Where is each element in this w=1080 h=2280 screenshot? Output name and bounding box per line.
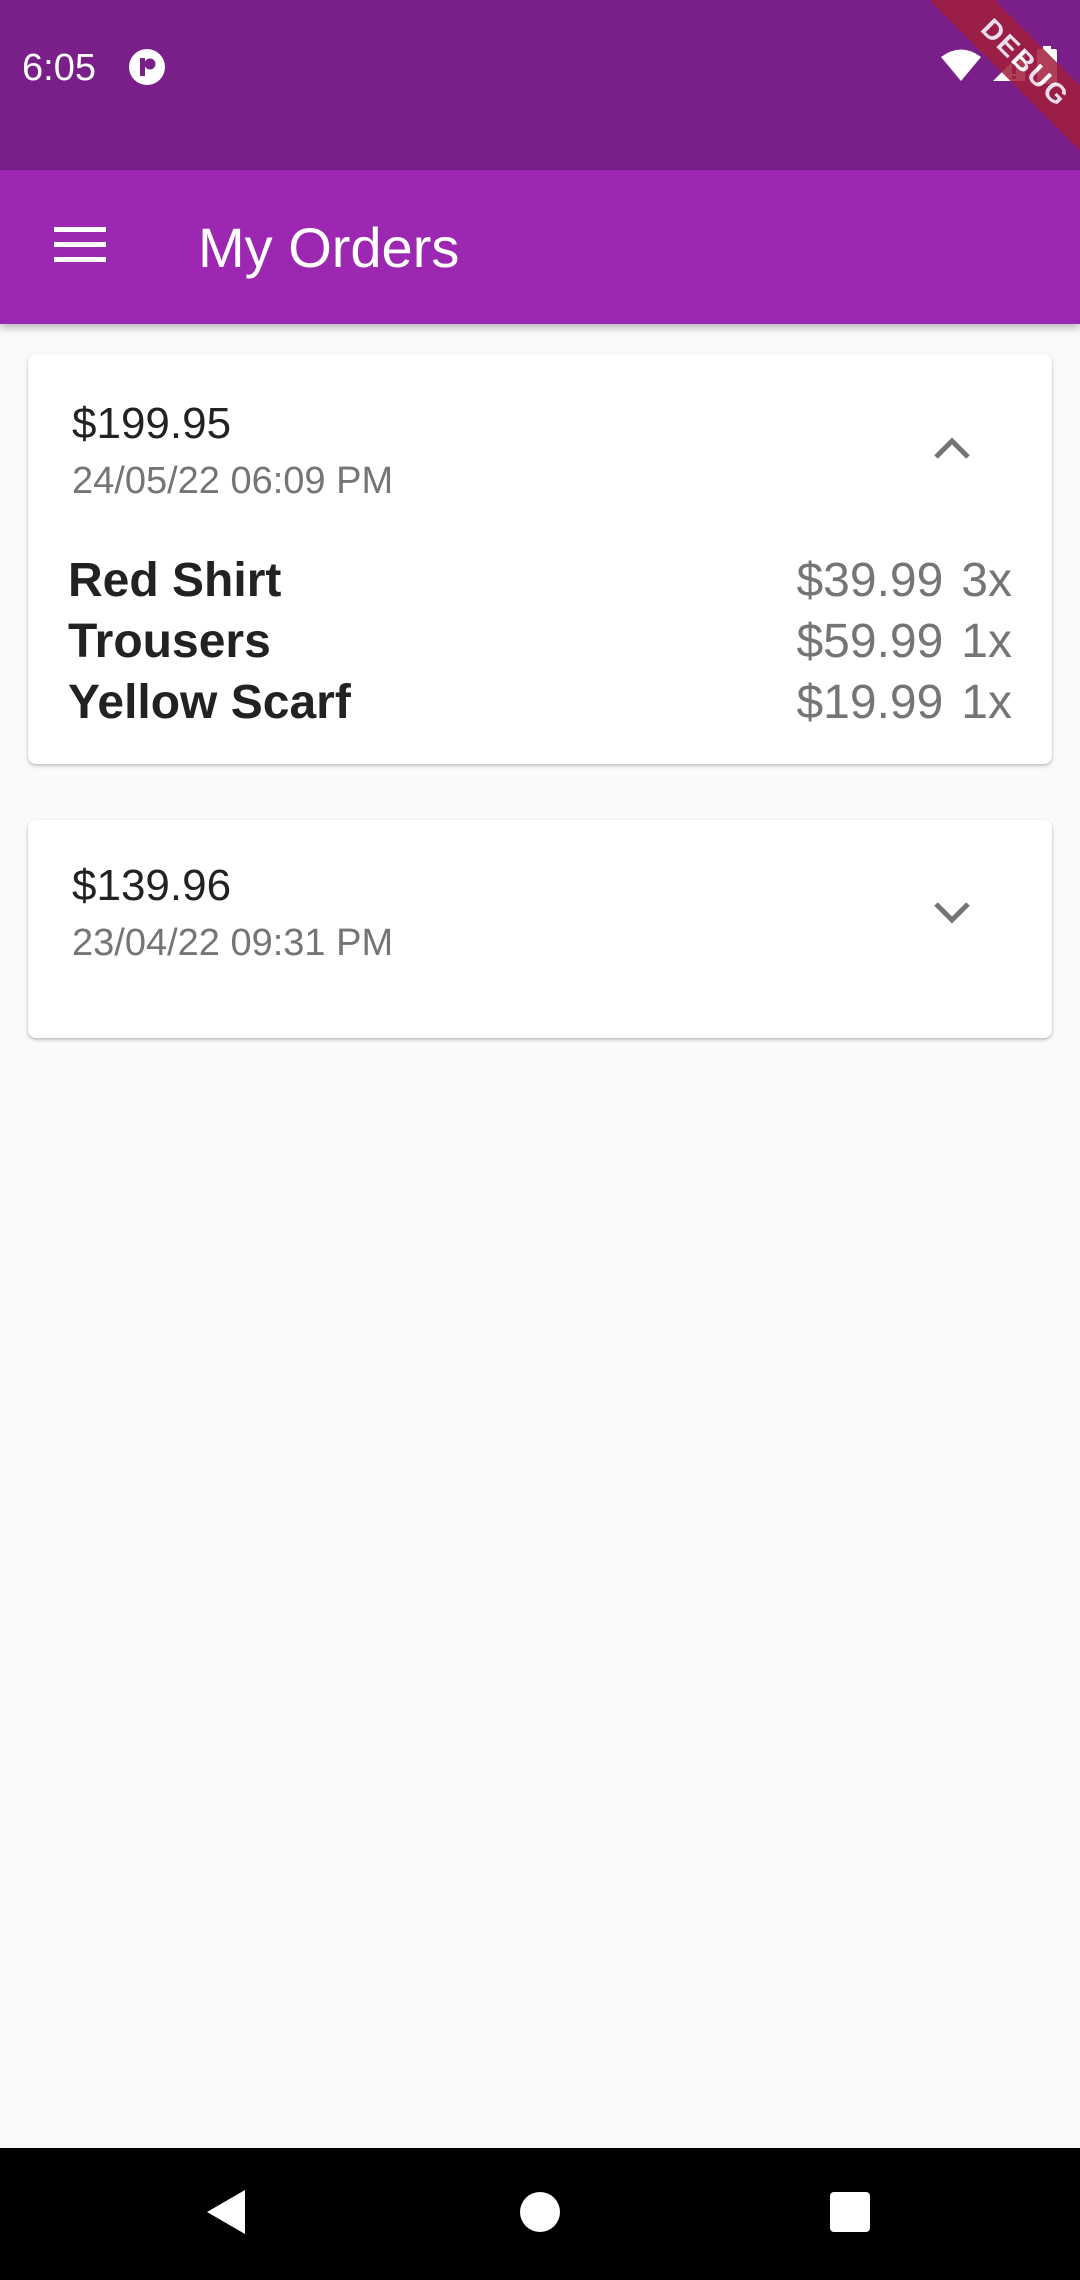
chevron-down-icon [932,900,972,931]
chevron-up-icon [932,435,972,466]
recents-icon [829,2191,871,2238]
page-title: My Orders [198,216,460,279]
item-price: $39.99 [796,554,944,607]
status-icons [940,45,1058,89]
order-item-row: Yellow Scarf $19.99 1x [68,672,1012,733]
recents-button[interactable] [820,2184,880,2244]
order-date: 23/04/22 09:31 PM [72,922,394,964]
status-time: 6:05 [22,47,96,89]
order-amount: $199.95 [72,399,232,448]
home-icon [519,2191,561,2238]
expand-order-button[interactable] [922,885,982,945]
collapse-order-button[interactable] [922,420,982,480]
item-price-quantity: $59.99 1x [796,614,1012,669]
signal-icon [992,48,1026,87]
p-circle-icon [128,48,166,86]
item-price: $59.99 [796,615,944,668]
item-price-quantity: $19.99 1x [796,675,1012,730]
back-button[interactable] [196,2184,256,2244]
wifi-icon [940,48,982,87]
item-quantity: 1x [961,676,1012,729]
order-items-list: Red Shirt $39.99 3x Trousers $59.99 1x Yel… [68,550,1012,733]
status-bar: 6:05 [0,0,1080,170]
item-name: Red Shirt [68,554,282,607]
battery-icon [1036,45,1058,89]
order-date: 24/05/22 06:09 PM [72,460,394,502]
back-icon [205,2188,247,2241]
order-amount: $139.96 [72,861,232,910]
menu-button[interactable] [40,207,120,287]
order-card: $139.96 23/04/22 09:31 PM [28,820,1052,1038]
item-quantity: 3x [961,554,1012,607]
item-price: $19.99 [796,676,944,729]
item-price-quantity: $39.99 3x [796,553,1012,608]
system-nav-bar [0,2148,1080,2280]
item-name: Yellow Scarf [68,676,351,729]
home-button[interactable] [510,2184,570,2244]
order-item-row: Trousers $59.99 1x [68,611,1012,672]
order-item-row: Red Shirt $39.99 3x [68,550,1012,611]
item-name: Trousers [68,615,271,668]
order-card: $199.95 24/05/22 06:09 PM Red Shirt $39.… [28,354,1052,764]
item-quantity: 1x [961,615,1012,668]
app-bar: My Orders [0,170,1080,324]
menu-icon [54,226,106,268]
